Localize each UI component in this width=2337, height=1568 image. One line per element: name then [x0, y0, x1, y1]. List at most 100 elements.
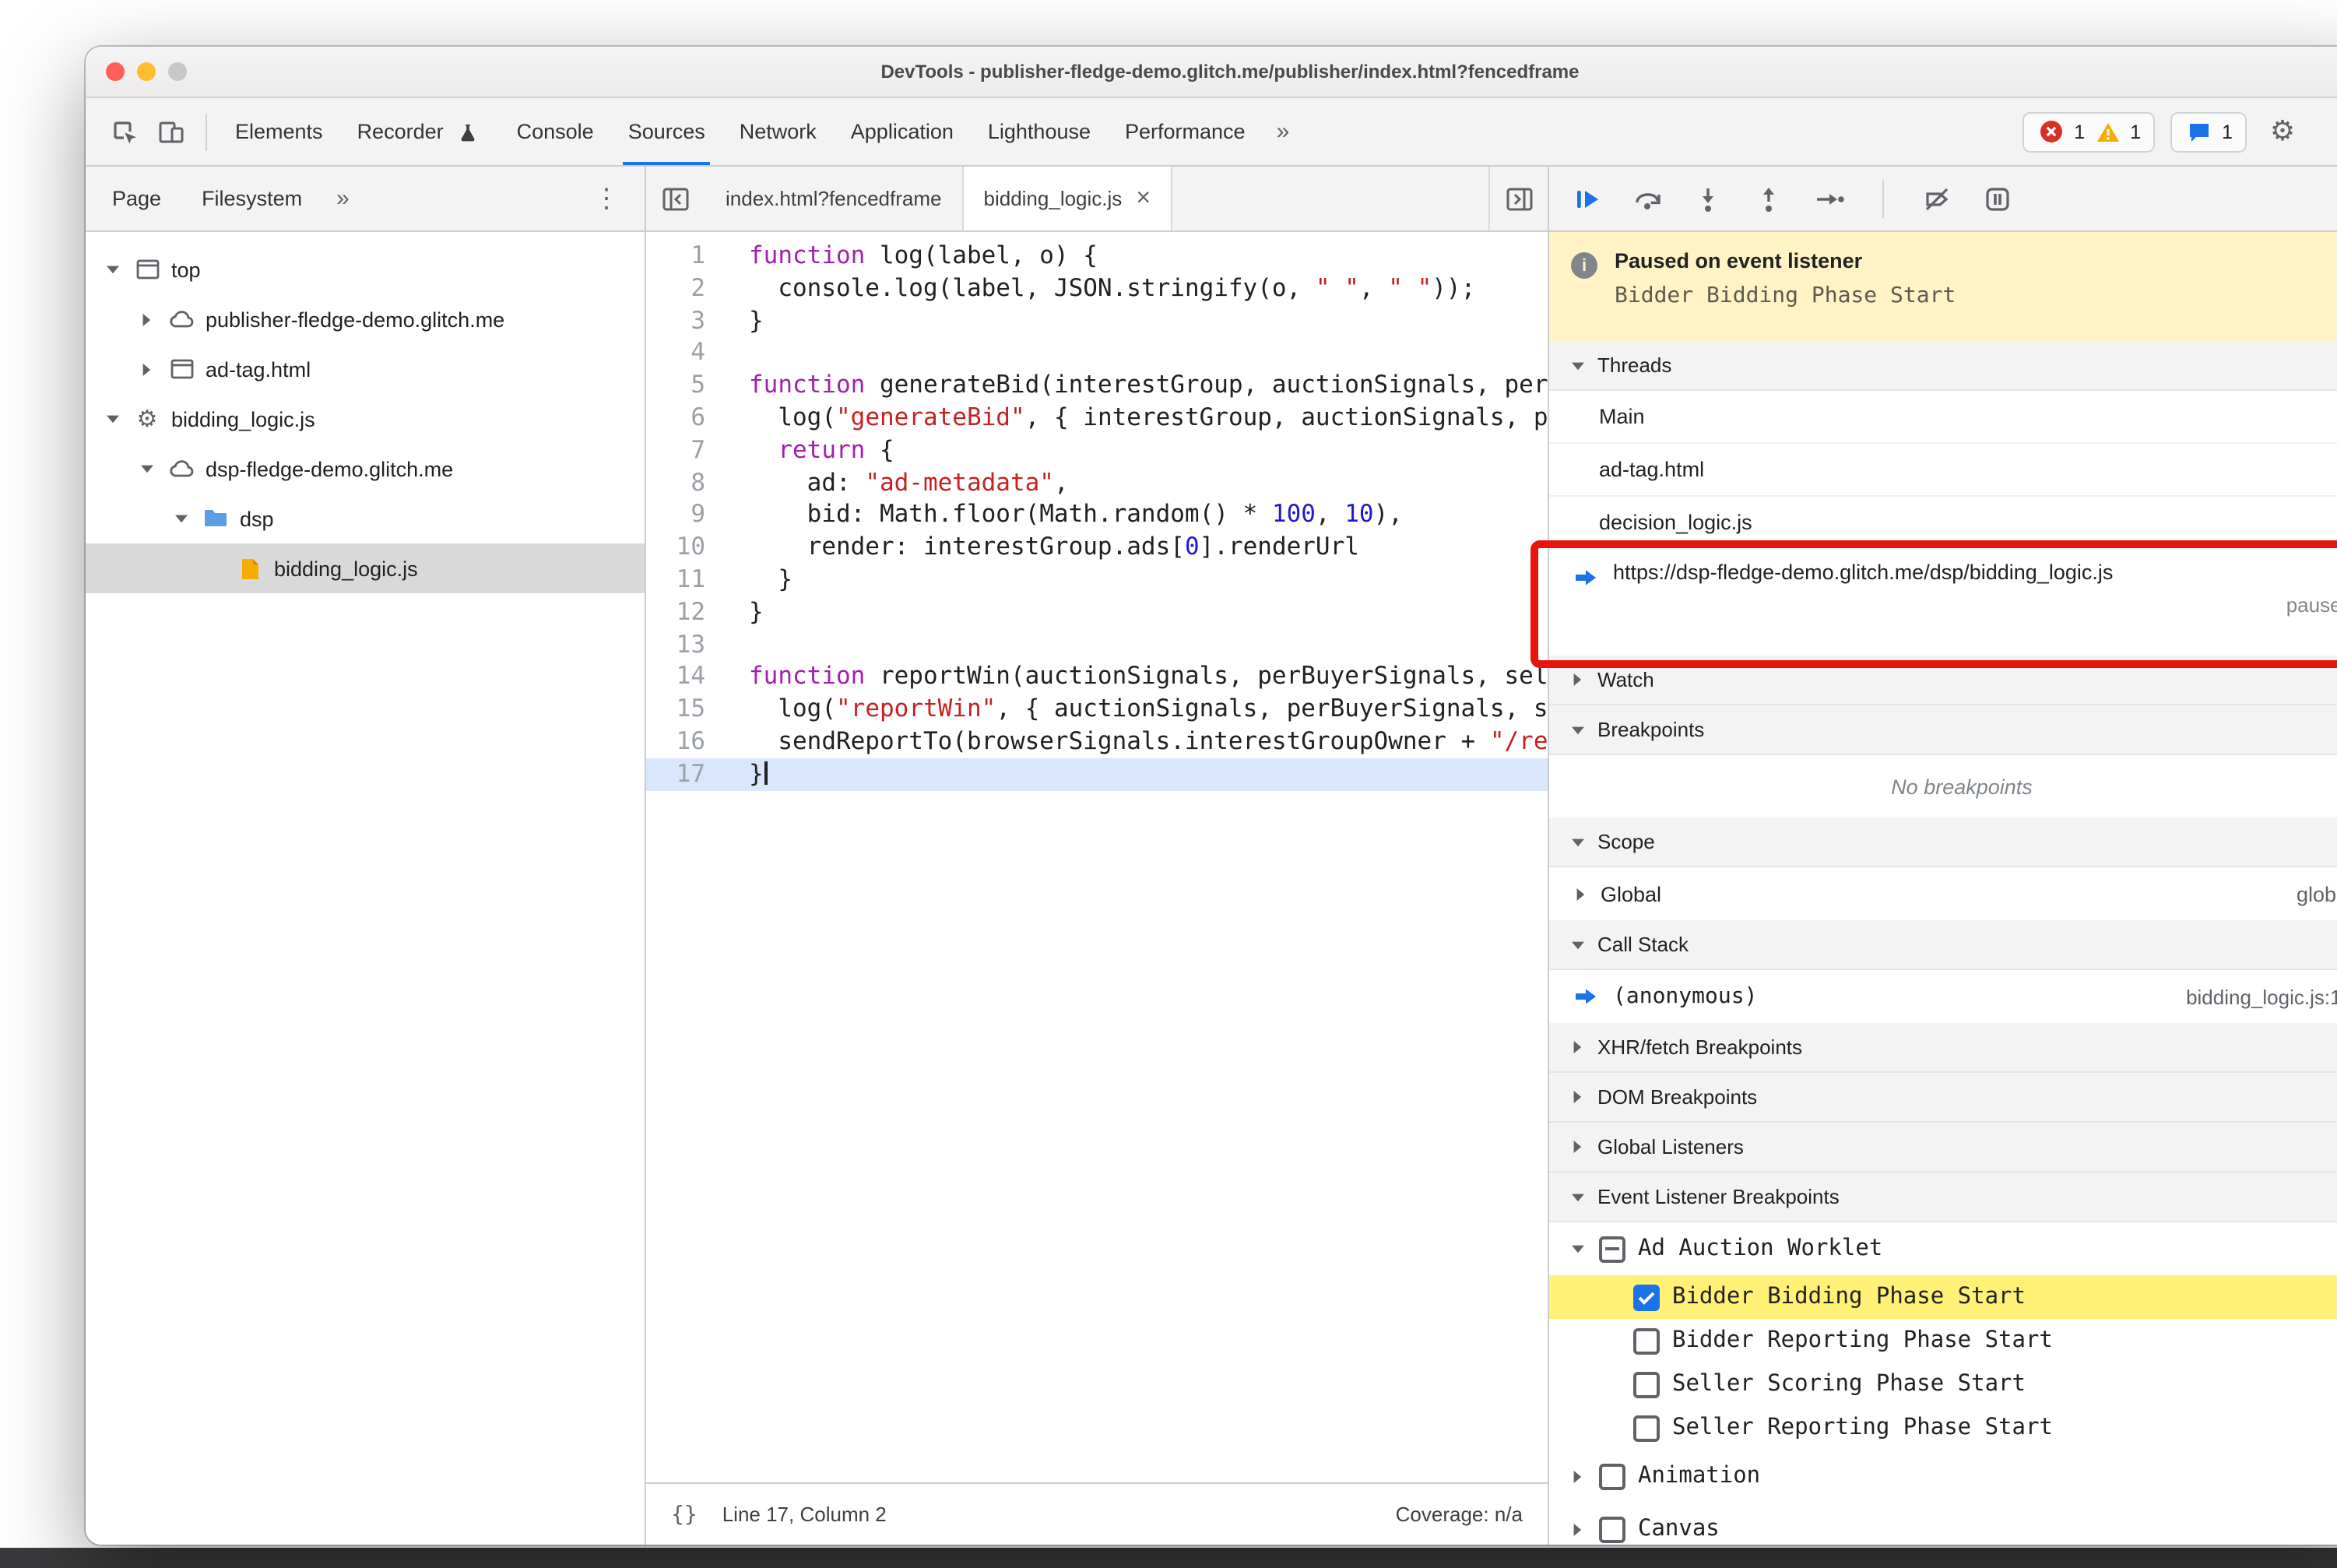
deactivate-breakpoints-icon[interactable]	[1918, 180, 1956, 217]
xhr-breakpoints-section-header[interactable]: XHR/fetch Breakpoints	[1549, 1023, 2337, 1073]
tree-item-bidding-logic-js[interactable]: ⚙ bidding_logic.js	[86, 394, 645, 444]
code-line-5[interactable]: 5 function generateBid(interestGroup, auc…	[646, 369, 1548, 402]
tree-item-ad-tag-html[interactable]: ad-tag.html	[86, 344, 645, 394]
elb-item-seller-reporting-phase-start[interactable]: Seller Reporting Phase Start	[1549, 1406, 2337, 1450]
chevron-down-icon[interactable]	[101, 265, 123, 274]
checkbox-unchecked-icon[interactable]	[1599, 1516, 1625, 1542]
code-line-2[interactable]: 2 console.log(label, JSON.stringify(o, "…	[646, 272, 1548, 305]
inspect-element-icon[interactable]	[101, 108, 148, 155]
panel-tab-elements[interactable]: Elements	[218, 98, 340, 165]
panel-tab-sources[interactable]: Sources	[611, 98, 722, 165]
global-listeners-section-header[interactable]: Global Listeners	[1549, 1123, 2337, 1172]
resume-script-icon[interactable]	[1568, 180, 1605, 217]
debugger-toggle-icon[interactable]	[1488, 167, 1548, 230]
line-number[interactable]: 12	[646, 596, 727, 629]
line-number[interactable]: 16	[646, 726, 727, 758]
minimize-window-button[interactable]	[137, 62, 156, 81]
line-number[interactable]: 8	[646, 466, 727, 499]
pause-on-exceptions-icon[interactable]	[1979, 180, 2016, 217]
thread-item-main[interactable]: Main	[1549, 391, 2337, 444]
frame-location-link[interactable]: bidding_logic.js:17	[2186, 985, 2337, 1008]
chevron-down-icon[interactable]	[135, 464, 157, 473]
chevron-right-icon[interactable]	[1568, 1469, 1587, 1483]
code-line-15[interactable]: 15 log("reportWin", { auctionSignals, pe…	[646, 693, 1548, 726]
line-number[interactable]: 10	[646, 531, 727, 564]
code-line-16[interactable]: 16 sendReportTo(browserSignals.interestG…	[646, 726, 1548, 758]
navigator-tab-filesystem[interactable]: Filesystem	[181, 167, 322, 230]
code-line-3[interactable]: 3}	[646, 304, 1548, 337]
chevron-down-icon[interactable]	[1568, 1244, 1587, 1253]
panel-tab-network[interactable]: Network	[722, 98, 834, 165]
checkbox-unchecked-icon[interactable]	[1633, 1371, 1660, 1397]
panel-tab-performance[interactable]: Performance	[1108, 98, 1263, 165]
checkbox-unchecked-icon[interactable]	[1599, 1463, 1625, 1489]
scope-section-header[interactable]: Scope	[1549, 817, 2337, 867]
tree-item-dsp-fledge-demo-glitch-me[interactable]: dsp-fledge-demo.glitch.me	[86, 444, 645, 494]
line-number[interactable]: 4	[646, 337, 727, 370]
chevron-right-icon[interactable]	[135, 362, 157, 376]
close-window-button[interactable]	[106, 62, 125, 81]
elb-item-bidder-reporting-phase-start[interactable]: Bidder Reporting Phase Start	[1549, 1319, 2337, 1362]
chevron-right-icon[interactable]	[1568, 1522, 1587, 1536]
code-line-10[interactable]: 10 render: interestGroup.ads[0].renderUr…	[646, 531, 1548, 564]
elb-group-canvas[interactable]: Canvas	[1549, 1503, 2337, 1545]
tree-item-dsp[interactable]: dsp	[86, 494, 645, 543]
panel-tab-lighthouse[interactable]: Lighthouse	[971, 98, 1108, 165]
code-line-12[interactable]: 12}	[646, 596, 1548, 629]
line-number[interactable]: 9	[646, 499, 727, 532]
code-line-17[interactable]: 17}	[646, 758, 1548, 791]
thread-item-https-dsp-fledge-demo-glitch-me-dsp-bidd[interactable]: https://dsp-fledge-demo.glitch.me/dsp/bi…	[1549, 550, 2337, 656]
navigator-kebab-menu-icon[interactable]: ⋮	[575, 183, 638, 214]
dom-breakpoints-section-header[interactable]: DOM Breakpoints	[1549, 1073, 2337, 1123]
code-editor[interactable]: 1 function log(label, o) {2 console.log(l…	[646, 232, 1548, 1482]
editor-tab-index-html-fencedframe[interactable]: index.html?fencedframe	[705, 167, 964, 230]
step-icon[interactable]	[1811, 180, 1848, 217]
chevron-right-icon[interactable]	[135, 312, 157, 326]
checkbox-unchecked-icon[interactable]	[1633, 1327, 1660, 1354]
line-number[interactable]: 14	[646, 661, 727, 694]
line-number[interactable]: 15	[646, 693, 727, 726]
navigator-toggle-icon[interactable]	[646, 167, 705, 230]
checkbox-indeterminate-icon[interactable]	[1599, 1236, 1625, 1262]
elb-group-animation[interactable]: Animation	[1549, 1450, 2337, 1503]
issues-pill[interactable]: 1	[2170, 111, 2247, 152]
line-number[interactable]: 11	[646, 564, 727, 596]
thread-item-decision-logic-js[interactable]: decision_logic.js	[1549, 497, 2337, 550]
threads-section-header[interactable]: Threads	[1549, 341, 2337, 391]
line-number[interactable]: 6	[646, 402, 727, 434]
tree-item-top[interactable]: top	[86, 244, 645, 294]
code-line-6[interactable]: 6 log("generateBid", { interestGroup, au…	[646, 402, 1548, 434]
elb-group-ad-auction-worklet[interactable]: Ad Auction Worklet	[1549, 1222, 2337, 1275]
call-stack-section-header[interactable]: Call Stack	[1549, 920, 2337, 970]
line-number[interactable]: 3	[646, 304, 727, 337]
elb-item-bidder-bidding-phase-start[interactable]: Bidder Bidding Phase Start	[1549, 1275, 2337, 1319]
tree-item-publisher-fledge-demo-glitch-me[interactable]: publisher-fledge-demo.glitch.me	[86, 294, 645, 344]
close-tab-icon[interactable]: ×	[1136, 185, 1151, 211]
more-panels-button[interactable]: »	[1263, 118, 1304, 145]
step-over-icon[interactable]	[1629, 180, 1666, 217]
errors-warnings-pill[interactable]: 1 1	[2022, 111, 2156, 152]
line-number[interactable]: 2	[646, 272, 727, 305]
line-number[interactable]: 13	[646, 628, 727, 661]
step-out-icon[interactable]	[1750, 180, 1787, 217]
panel-tab-console[interactable]: Console	[500, 98, 611, 165]
thread-item-ad-tag-html[interactable]: ad-tag.html	[1549, 444, 2337, 497]
watch-section-header[interactable]: Watch	[1549, 656, 2337, 705]
code-line-1[interactable]: 1 function log(label, o) {	[646, 240, 1548, 272]
tree-item-bidding-logic-js[interactable]: bidding_logic.js	[86, 543, 645, 593]
step-into-icon[interactable]	[1689, 180, 1727, 217]
checkbox-checked-icon[interactable]	[1633, 1284, 1660, 1310]
panel-tab-recorder[interactable]: Recorder	[340, 98, 500, 165]
elb-item-seller-scoring-phase-start[interactable]: Seller Scoring Phase Start	[1549, 1362, 2337, 1406]
line-number[interactable]: 1	[646, 240, 727, 272]
device-toolbar-icon[interactable]	[148, 108, 195, 155]
breakpoints-section-header[interactable]: Breakpoints	[1549, 705, 2337, 755]
line-number[interactable]: 17	[646, 758, 727, 791]
line-number[interactable]: 7	[646, 434, 727, 467]
event-listener-breakpoints-section-header[interactable]: Event Listener Breakpoints	[1549, 1172, 2337, 1222]
code-line-7[interactable]: 7 return {	[646, 434, 1548, 467]
code-line-11[interactable]: 11 }	[646, 564, 1548, 596]
panel-tab-application[interactable]: Application	[834, 98, 971, 165]
line-number[interactable]: 5	[646, 369, 727, 402]
scope-global-row[interactable]: Global global	[1549, 867, 2337, 920]
